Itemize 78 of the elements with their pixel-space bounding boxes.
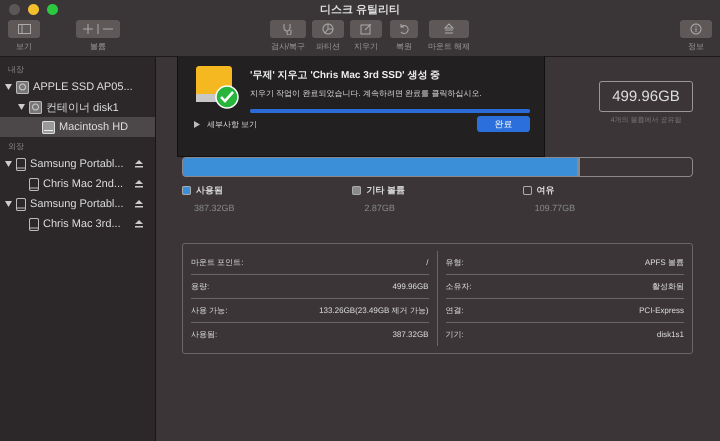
toolbar-button[interactable] [350,20,382,38]
sidebar-item[interactable]: Chris Mac 2nd... [0,174,155,194]
info-label: 유형: [446,257,464,268]
disclosure-triangle-icon[interactable] [194,120,200,128]
sidebar-item[interactable]: Macintosh HD [0,117,155,137]
info-label: 소유자: [446,281,472,292]
info-value: disk1s1 [656,330,684,339]
toolbar-label: 검사/복구 [270,41,306,52]
sidebar-section-title: 외장 [7,141,25,153]
legend-label: 여유 [536,184,555,197]
sidebar-icon [18,24,30,34]
info-label: 기기: [446,329,464,340]
legend-value: 109.77GB [534,203,576,213]
legend-label: 사용됨 [196,184,223,197]
toolbar-label: 볼륨 [90,41,106,52]
restore-icon [398,23,410,35]
drive-check-icon [194,64,240,110]
sidebar-item[interactable]: Samsung Portabl... [0,154,155,174]
toolbar-button[interactable] [8,20,40,38]
toolbar-label: 보기 [16,41,32,52]
done-button[interactable]: 완료 [477,116,530,132]
toolbar-label: 지우기 [354,41,378,52]
drive-icon [16,198,26,210]
info-label: 사용됨: [191,329,218,340]
info-label: 사용 가능: [191,305,228,316]
eject-icon[interactable] [135,220,143,228]
toolbar-label: 마운트 해제 [428,41,470,52]
sidebar-section-title: 내장 [7,64,25,76]
pie-icon [322,23,334,35]
toolbar-button[interactable] [390,20,418,38]
pencil-icon [360,23,372,35]
add-remove-button[interactable] [76,20,120,38]
drive-icon [16,158,26,170]
eject-icon [443,23,456,35]
info-icon [690,23,702,35]
eject-icon[interactable] [135,160,143,168]
disclosure-triangle-icon[interactable] [4,161,12,167]
toolbar-label: 정보 [688,41,704,52]
sheet-message: 지우기 작업이 완료되었습니다. 계속하려면 완료를 클릭하십시오. [250,88,483,99]
legend-value: 2.87GB [363,203,396,213]
sidebar-item[interactable]: Chris Mac 3rd... [0,214,155,234]
toolbar-label: 파티션 [316,41,340,52]
volume-icon [42,120,55,134]
info-value: 499.96GB [392,282,428,291]
toolbar-button[interactable] [680,20,712,38]
plus-minus-icon [81,24,115,34]
disclosure-triangle-icon[interactable] [4,201,12,207]
legend-value: 387.32GB [193,203,236,213]
eject-icon[interactable] [135,180,143,188]
sidebar-item[interactable]: Samsung Portabl... [0,194,155,214]
info-value: 387.32GB [392,330,428,339]
info-value: / [426,258,428,267]
info-value: APFS 볼륨 [644,257,684,268]
drive-icon [29,178,39,190]
info-label: 마운트 포인트: [191,257,244,268]
minimize-button[interactable] [28,4,39,15]
toolbar-button[interactable] [429,20,470,38]
stethoscope-icon [282,23,294,35]
eject-icon[interactable] [135,200,143,208]
sidebar-item[interactable]: 컨테이너 disk1 [0,97,155,117]
disclosure-triangle-icon[interactable] [4,84,12,90]
info-value: 활성화됨 [652,281,684,292]
details-toggle[interactable]: 세부사항 보기 [207,118,258,130]
info-value: PCI-Express [639,306,684,315]
info-value: 133.26GB(23.49GB 제거 가능) [319,305,428,316]
legend-label: 기타 볼륨 [366,184,405,197]
sidebar-item[interactable]: APPLE SSD AP05... [0,77,155,97]
toolbar-button[interactable] [312,20,344,38]
toolbar-button[interactable] [270,20,306,38]
disclosure-triangle-icon[interactable] [18,104,24,110]
window-title: 디스크 유틸리티 [320,2,400,16]
capacity-value: 499.96GB [599,81,693,112]
info-label: 용량: [191,281,210,292]
drive-icon [29,218,39,230]
sheet-title: '무제' 지우고 'Chris Mac 3rd SSD' 생성 중 [250,69,442,82]
zoom-button[interactable] [47,4,58,15]
info-label: 연결: [446,305,464,316]
toolbar-label: 복원 [396,41,412,52]
